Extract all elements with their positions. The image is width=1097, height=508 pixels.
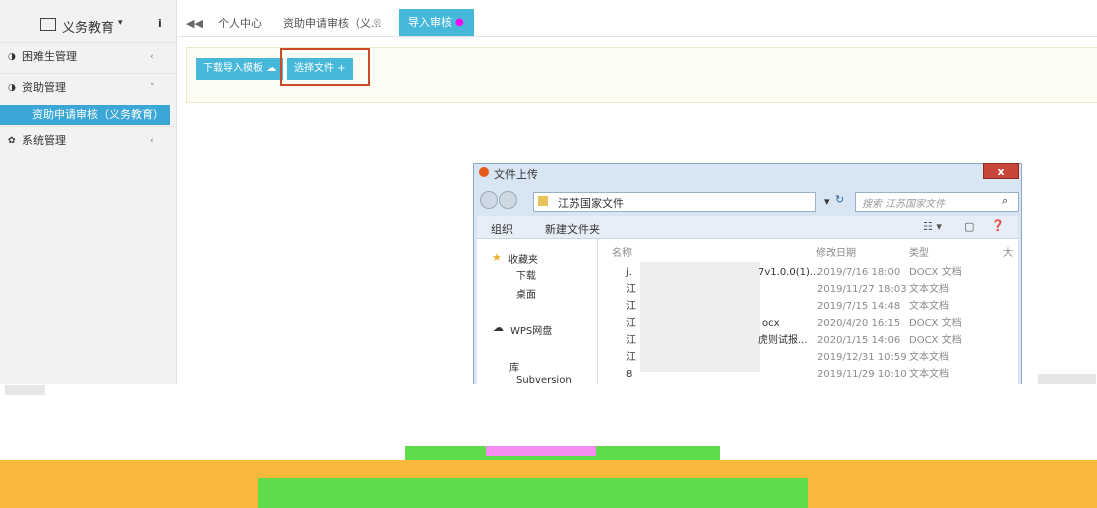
column-header-name[interactable]: 名称: [612, 244, 632, 259]
file-type: DOCX 文档: [909, 267, 962, 278]
search-input[interactable]: 搜索 江苏国家文件 ⌕: [855, 192, 1019, 212]
image-icon: [40, 18, 56, 31]
file-name: 江: [626, 284, 636, 295]
cloud-icon: ☁: [493, 321, 504, 334]
dialog-toolbar: 组织 新建文件夹 ☷ ▾ ▢ ❓: [477, 216, 1018, 239]
brand-label: 义务教育: [62, 21, 115, 36]
folder-icon: [538, 196, 548, 206]
nav-desktop[interactable]: 桌面: [516, 286, 536, 301]
sidebar-item-label: 资助管理: [22, 81, 66, 94]
tab-funding-review[interactable]: 资助申请审核（义...: [283, 12, 382, 36]
corrupted-block: [1038, 374, 1096, 384]
organize-menu[interactable]: 组织: [491, 221, 513, 237]
address-bar[interactable]: 江苏国家文件 ▾: [533, 192, 830, 212]
file-row[interactable]: 江 2019/12/31 10:59 文本文档: [612, 349, 1032, 366]
breadcrumb: 江苏国家文件: [558, 197, 624, 210]
firefox-icon: [479, 167, 489, 177]
file-date: 2019/11/29 10:10: [817, 369, 907, 380]
dropdown-arrow-icon[interactable]: ▾: [824, 195, 830, 208]
close-dialog-button[interactable]: x: [983, 163, 1019, 179]
sidebar-item-label: 系统管理: [22, 134, 66, 147]
search-icon[interactable]: ⌕: [1002, 194, 1008, 208]
file-date: 2020/1/15 14:06: [817, 335, 901, 346]
nav-library[interactable]: 库: [509, 359, 519, 374]
file-type: 文本文档: [909, 369, 949, 380]
double-left-arrow-icon[interactable]: ◀◀: [186, 17, 203, 30]
file-date: 2020/4/20 16:15: [817, 318, 901, 329]
sidebar-item-label: 困难生管理: [22, 50, 77, 63]
file-name: 江: [626, 335, 636, 346]
caret-down-icon: ▾: [118, 18, 123, 28]
corrupted-block: [5, 385, 45, 395]
file-type: 文本文档: [909, 284, 949, 295]
chevron-left-icon: ‹: [150, 52, 154, 62]
file-date: 2019/12/31 10:59: [817, 352, 907, 363]
file-row[interactable]: 江 2019/7/15 14:48 文本文档: [612, 298, 1032, 315]
half-circle-icon: ◑: [8, 83, 16, 93]
file-type: DOCX 文档: [909, 335, 962, 346]
file-name: 江: [626, 352, 636, 363]
file-name-tail: 虎则试报...: [758, 335, 808, 346]
sidebar-item-system[interactable]: ✿ 系统管理 ‹: [0, 126, 176, 155]
brand-selector[interactable]: 义务教育 ▾ i: [0, 10, 176, 40]
sidebar-subitem-funding-review[interactable]: 资助申请审核（义务教育）: [0, 105, 170, 125]
forward-button[interactable]: [499, 191, 517, 209]
dialog-title: 文件上传: [494, 168, 538, 181]
gear-icon: ✿: [8, 136, 16, 146]
file-row[interactable]: 江 2019/11/27 18:03 文本文档: [612, 281, 1032, 298]
info-icon[interactable]: i: [158, 17, 162, 30]
star-icon: ★: [492, 251, 502, 264]
download-template-label: 下载导入模板: [203, 63, 263, 74]
cloud-icon: ☁: [266, 63, 277, 74]
nav-favorites[interactable]: 收藏夹: [508, 251, 538, 266]
corrupted-block: [258, 478, 808, 508]
sidebar-item-funding[interactable]: ◑ 资助管理 ˅: [0, 73, 176, 102]
search-placeholder: 搜索 江苏国家文件: [862, 199, 946, 210]
file-row[interactable]: j. 7v1.0.0(1)... 2019/7/16 18:00 DOCX 文档: [612, 264, 1032, 281]
file-name: 8: [626, 369, 633, 380]
file-name-tail: ocx: [762, 318, 780, 329]
file-date: 2019/7/15 14:48: [817, 301, 901, 312]
file-name: 江: [626, 318, 636, 329]
close-icon[interactable]: ⊗: [373, 17, 381, 28]
nav-downloads[interactable]: 下载: [516, 267, 536, 282]
chevron-down-icon: ˅: [150, 83, 155, 93]
column-header-date[interactable]: 修改日期: [816, 244, 856, 259]
sidebar-subitem-label: 资助申请审核（义务教育）: [32, 108, 164, 121]
view-options-icon[interactable]: ☷ ▾: [923, 220, 942, 233]
highlight-box: [280, 48, 370, 86]
half-circle-icon: ◑: [8, 52, 16, 62]
file-row[interactable]: 江 ocx 2020/4/20 16:15 DOCX 文档: [612, 315, 1032, 332]
file-type: 文本文档: [909, 352, 949, 363]
sidebar-item-difficult-students[interactable]: ◑ 困难生管理 ‹: [0, 42, 176, 71]
tab-personal-center[interactable]: 个人中心: [218, 12, 262, 36]
file-date: 2019/7/16 18:00: [817, 267, 901, 278]
chevron-left-icon: ‹: [150, 136, 154, 146]
close-icon[interactable]: ●: [455, 9, 464, 36]
back-button[interactable]: [480, 191, 498, 209]
file-row[interactable]: 8 2019/11/29 10:10 文本文档: [612, 366, 1032, 383]
file-name: j.: [626, 267, 632, 278]
column-header-size[interactable]: 大: [1003, 244, 1013, 259]
nav-wps-cloud[interactable]: WPS网盘: [510, 322, 552, 337]
file-row[interactable]: 江 虎则试报... 2020/1/15 14:06 DOCX 文档: [612, 332, 1032, 349]
tab-import-review[interactable]: 导入审核 ●: [399, 9, 474, 36]
column-header-type[interactable]: 类型: [909, 244, 929, 259]
corrupted-block: [486, 446, 596, 456]
file-type: 文本文档: [909, 301, 949, 312]
file-type: DOCX 文档: [909, 318, 962, 329]
new-folder-button[interactable]: 新建文件夹: [545, 221, 600, 237]
file-name-tail: 7v1.0.0(1)...: [758, 267, 820, 278]
tab-label: 导入审核: [408, 16, 452, 29]
file-date: 2019/11/27 18:03: [817, 284, 907, 295]
file-name: 江: [626, 301, 636, 312]
refresh-button[interactable]: ↻: [835, 193, 844, 206]
download-template-button[interactable]: 下载导入模板 ☁: [196, 58, 284, 80]
preview-pane-icon[interactable]: ▢: [964, 220, 974, 233]
help-icon[interactable]: ❓: [991, 219, 1005, 232]
